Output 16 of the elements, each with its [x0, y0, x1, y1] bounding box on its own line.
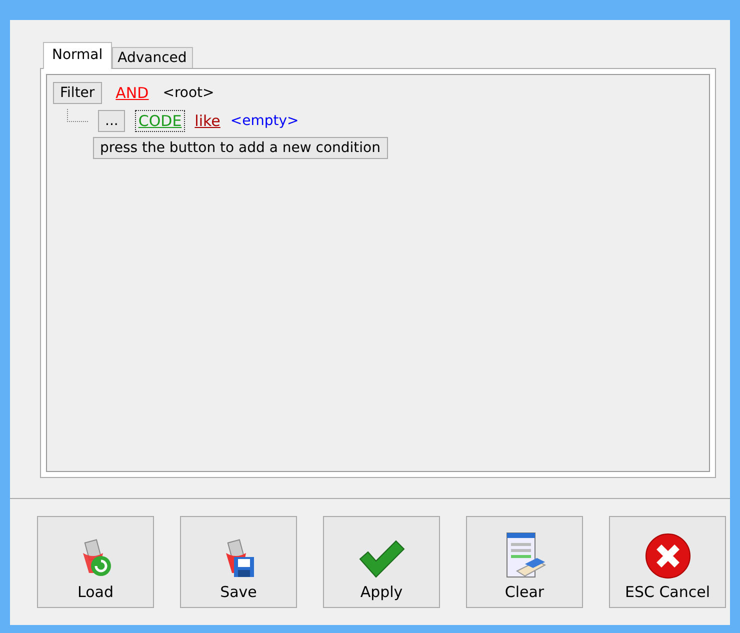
- clear-button[interactable]: Clear: [466, 516, 583, 608]
- tab[interactable]: Advanced: [112, 47, 193, 68]
- save-button[interactable]: Save: [180, 516, 297, 608]
- tab[interactable]: Normal: [43, 42, 112, 69]
- checkmark-icon: [358, 539, 406, 579]
- comparison-link[interactable]: like: [194, 112, 220, 130]
- load-button[interactable]: Load: [37, 516, 154, 608]
- condition-menu-button[interactable]: ...: [98, 110, 126, 132]
- filter-button[interactable]: Filter: [53, 82, 102, 104]
- tree-connector: [67, 108, 88, 122]
- apply-button[interactable]: Apply: [323, 516, 440, 608]
- root-label: <root>: [162, 85, 214, 101]
- add-condition-button[interactable]: press the button to add a new condition: [93, 137, 388, 159]
- value-link[interactable]: <empty>: [230, 113, 299, 129]
- close-icon: [644, 533, 690, 579]
- cancel-button[interactable]: ESC Cancel: [609, 516, 726, 608]
